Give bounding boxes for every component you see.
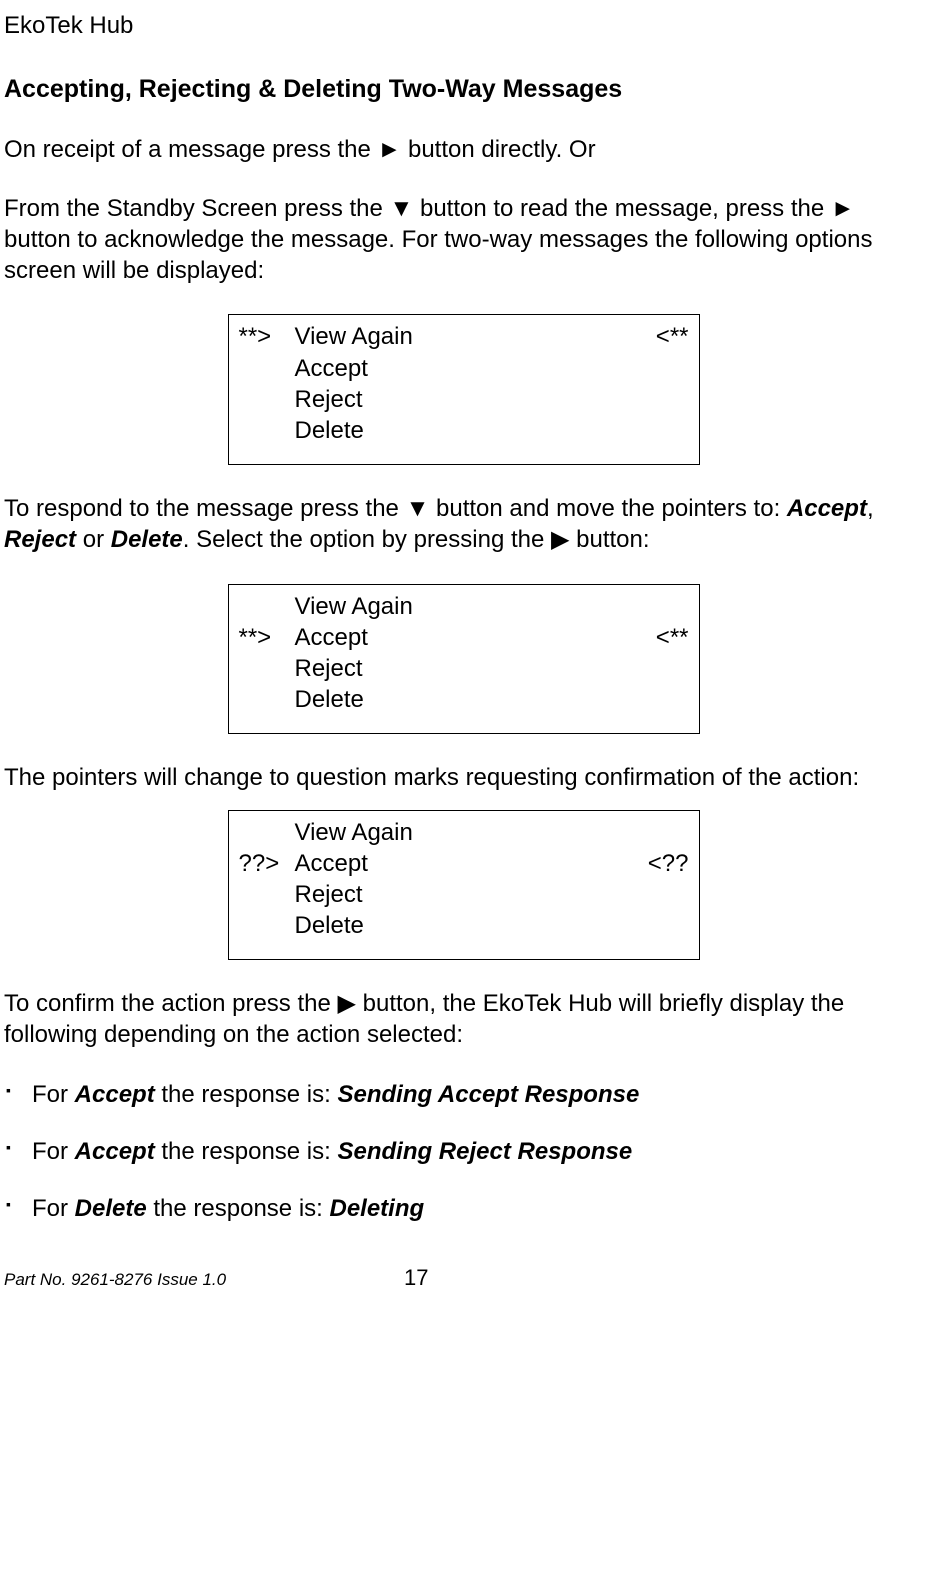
text: button to read the message, press the <box>413 195 831 222</box>
menu-item: Delete <box>295 684 633 715</box>
text: , <box>867 495 874 522</box>
text: button and move the pointers to: <box>429 495 787 522</box>
action-name: Delete <box>75 1195 147 1222</box>
menu-item: Accept <box>295 622 633 653</box>
pointer-right: <** <box>633 622 689 653</box>
page-number: 17 <box>404 1264 428 1293</box>
list-item: For Accept the response is: Sending Acce… <box>4 1079 923 1110</box>
screen-display-1: **>View Again<** Accept Reject Delete <box>228 314 700 465</box>
screen-row: Delete <box>239 684 689 715</box>
pointer-left: **> <box>239 321 295 352</box>
pointer-left <box>239 384 295 415</box>
paragraph-4: The pointers will change to question mar… <box>4 762 923 793</box>
screen-row: **>Accept<** <box>239 622 689 653</box>
pointer-left <box>239 879 295 910</box>
paragraph-5: To confirm the action press the ▶ button… <box>4 988 923 1050</box>
paragraph-3: To respond to the message press the ▼ bu… <box>4 493 923 555</box>
text: the response is: <box>155 1081 338 1108</box>
pointer-right <box>633 817 689 848</box>
page-header: EkoTek Hub <box>4 10 923 41</box>
paragraph-1: On receipt of a message press the ► butt… <box>4 134 923 165</box>
response-text: Sending Accept Response <box>337 1081 639 1108</box>
down-arrow-icon: ▼ <box>390 195 414 222</box>
pointer-right: <** <box>633 321 689 352</box>
text: button to acknowledge the message. For t… <box>4 226 872 284</box>
text: . Select the option by pressing the <box>183 526 551 553</box>
paragraph-2: From the Standby Screen press the ▼ butt… <box>4 193 923 287</box>
pointer-left <box>239 415 295 446</box>
text: On receipt of a message press the <box>4 136 378 163</box>
screen-display-3: View Again ??>Accept<?? Reject Delete <box>228 810 700 961</box>
pointer-right <box>633 384 689 415</box>
menu-item: Reject <box>295 879 633 910</box>
screen-row: Delete <box>239 415 689 446</box>
right-arrow-icon: ► <box>831 195 855 222</box>
screen-row: Reject <box>239 384 689 415</box>
pointer-left <box>239 591 295 622</box>
page-footer: Part No. 9261-8276 Issue 1.0 17 <box>4 1264 923 1293</box>
menu-item: Accept <box>295 848 633 879</box>
text: For <box>32 1138 75 1165</box>
screen-row: **>View Again<** <box>239 321 689 352</box>
screen-row: ??>Accept<?? <box>239 848 689 879</box>
screen-row: Delete <box>239 910 689 941</box>
text: To confirm the action press the <box>4 990 338 1017</box>
screen-row: View Again <box>239 591 689 622</box>
pointer-left: ??> <box>239 848 295 879</box>
text: or <box>76 526 111 553</box>
pointer-right: <?? <box>633 848 689 879</box>
action-name: Accept <box>75 1081 155 1108</box>
option-reject: Reject <box>4 526 76 553</box>
text: From the Standby Screen press the <box>4 195 390 222</box>
pointer-left <box>239 653 295 684</box>
screen-row: Reject <box>239 879 689 910</box>
response-text: Sending Reject Response <box>337 1138 632 1165</box>
menu-item: View Again <box>295 817 633 848</box>
pointer-right <box>633 415 689 446</box>
pointer-right <box>633 353 689 384</box>
option-delete: Delete <box>111 526 183 553</box>
menu-item: Delete <box>295 910 633 941</box>
menu-item: Reject <box>295 653 633 684</box>
pointer-left <box>239 910 295 941</box>
text: the response is: <box>155 1138 338 1165</box>
pointer-right <box>633 684 689 715</box>
response-text: Deleting <box>329 1195 424 1222</box>
screen-display-2: View Again **>Accept<** Reject Delete <box>228 584 700 735</box>
screen-row: Reject <box>239 653 689 684</box>
menu-item: Reject <box>295 384 633 415</box>
option-accept: Accept <box>787 495 867 522</box>
pointer-right <box>633 653 689 684</box>
text: button: <box>569 526 649 553</box>
menu-item: Delete <box>295 415 633 446</box>
screen-row: View Again <box>239 817 689 848</box>
right-arrow-icon: ▶ <box>551 526 569 553</box>
menu-item: Accept <box>295 353 633 384</box>
list-item: For Accept the response is: Sending Reje… <box>4 1136 923 1167</box>
text: For <box>32 1081 75 1108</box>
pointer-left <box>239 353 295 384</box>
section-title: Accepting, Rejecting & Deleting Two-Way … <box>4 73 923 106</box>
right-arrow-icon: ► <box>378 136 402 163</box>
right-arrow-icon: ▶ <box>338 990 356 1017</box>
down-arrow-icon: ▼ <box>406 495 430 522</box>
pointer-right <box>633 879 689 910</box>
text: the response is: <box>147 1195 330 1222</box>
pointer-left <box>239 684 295 715</box>
list-item: For Delete the response is: Deleting <box>4 1193 923 1224</box>
text: For <box>32 1195 75 1222</box>
pointer-right <box>633 910 689 941</box>
text: To respond to the message press the <box>4 495 406 522</box>
screen-row: Accept <box>239 353 689 384</box>
pointer-left <box>239 817 295 848</box>
menu-item: View Again <box>295 591 633 622</box>
part-number: Part No. 9261-8276 Issue 1.0 <box>4 1269 404 1291</box>
response-list: For Accept the response is: Sending Acce… <box>4 1079 923 1225</box>
action-name: Accept <box>75 1138 155 1165</box>
pointer-left: **> <box>239 622 295 653</box>
menu-item: View Again <box>295 321 633 352</box>
pointer-right <box>633 591 689 622</box>
text: button directly. Or <box>401 136 595 163</box>
